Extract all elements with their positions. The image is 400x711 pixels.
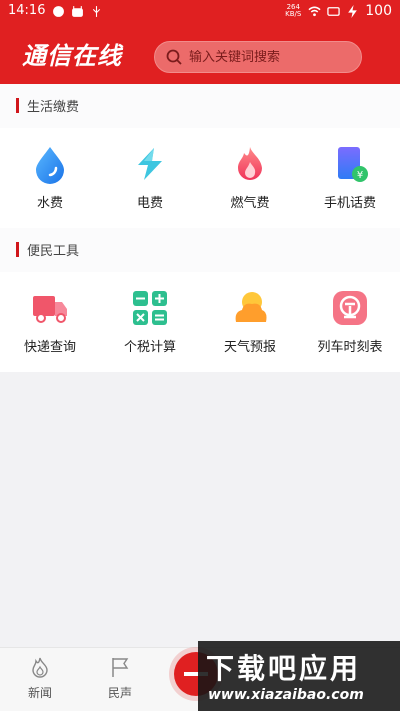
train-icon	[333, 291, 367, 325]
tool-label: 个税计算	[123, 340, 176, 355]
watermark-url: www.xiazaibao.com	[208, 687, 364, 703]
water-drop-icon	[36, 147, 64, 184]
usb-icon	[92, 6, 101, 17]
app-header: 通信在线	[0, 24, 400, 84]
service-phone-bill[interactable]: ¥ 手机话费	[300, 128, 400, 228]
network-speed: 264 KB/S	[284, 4, 302, 18]
tool-label: 天气预报	[223, 340, 276, 355]
search-input[interactable]	[189, 49, 359, 65]
section-title: 便民工具	[27, 244, 80, 259]
service-label: 水费	[36, 196, 63, 211]
flame-icon	[238, 147, 262, 180]
delivery-truck-icon	[33, 296, 67, 323]
status-bar: 14:16 264 KB/S 100	[0, 0, 400, 24]
status-notification-icons	[52, 5, 103, 18]
service-electric-bill[interactable]: 电费	[100, 128, 200, 228]
status-time: 14:16	[8, 3, 46, 18]
tool-express-query[interactable]: 快递查询	[0, 272, 100, 372]
tool-label: 快递查询	[23, 340, 76, 355]
service-gas-bill[interactable]: 燃气费	[200, 128, 300, 228]
svg-text:¥: ¥	[357, 170, 363, 181]
service-label: 燃气费	[230, 196, 270, 211]
watermark: 下载吧应用 www.xiazaibao.com	[198, 641, 400, 711]
section-body-life-payment: 水费 电费 燃气费 ¥ 手机话费	[0, 128, 400, 228]
service-label: 手机话费	[323, 196, 376, 211]
phone-bill-icon: ¥	[338, 147, 368, 182]
charging-icon	[348, 4, 358, 18]
search-bar[interactable]	[154, 41, 362, 73]
section-header-life-payment: 生活缴费	[0, 84, 400, 128]
service-water-bill[interactable]: 水费	[0, 128, 100, 228]
tool-weather-forecast[interactable]: 天气预报	[200, 272, 300, 372]
wifi-icon	[308, 6, 321, 16]
flag-icon	[112, 658, 129, 677]
android-icon	[72, 6, 83, 17]
weather-icon	[235, 292, 267, 322]
screen-icon	[327, 6, 340, 16]
tool-tax-calculator[interactable]: 个税计算	[100, 272, 200, 372]
nav-item-voice[interactable]: 民声	[90, 656, 150, 701]
network-speed-unit: KB/S	[285, 10, 302, 18]
search-icon	[166, 49, 182, 65]
notification-dot-icon	[53, 6, 64, 17]
tool-label: 列车时刻表	[317, 340, 383, 355]
section-title: 生活缴费	[27, 100, 80, 115]
tool-train-schedule[interactable]: 列车时刻表	[300, 272, 400, 372]
watermark-title: 下载吧应用	[206, 652, 362, 685]
lightning-icon	[138, 148, 162, 180]
service-label: 电费	[136, 196, 163, 211]
battery-level: 100	[365, 3, 392, 19]
nav-label: 新闻	[27, 686, 52, 700]
section-accent-bar	[16, 98, 19, 113]
nav-label: 民声	[107, 686, 132, 700]
app-logo: 通信在线	[22, 41, 122, 70]
section-accent-bar	[16, 242, 19, 257]
section-body-tools: 快递查询 个税计算 天气预报 列车时刻表	[0, 272, 400, 372]
nav-item-news[interactable]: 新闻	[10, 656, 70, 701]
section-header-tools: 便民工具	[0, 228, 400, 272]
calculator-icon	[133, 291, 167, 325]
status-right: 264 KB/S 100	[284, 3, 392, 19]
top-bar: 14:16 264 KB/S 100 通信在线	[0, 0, 400, 84]
flame-outline-icon	[32, 657, 48, 678]
